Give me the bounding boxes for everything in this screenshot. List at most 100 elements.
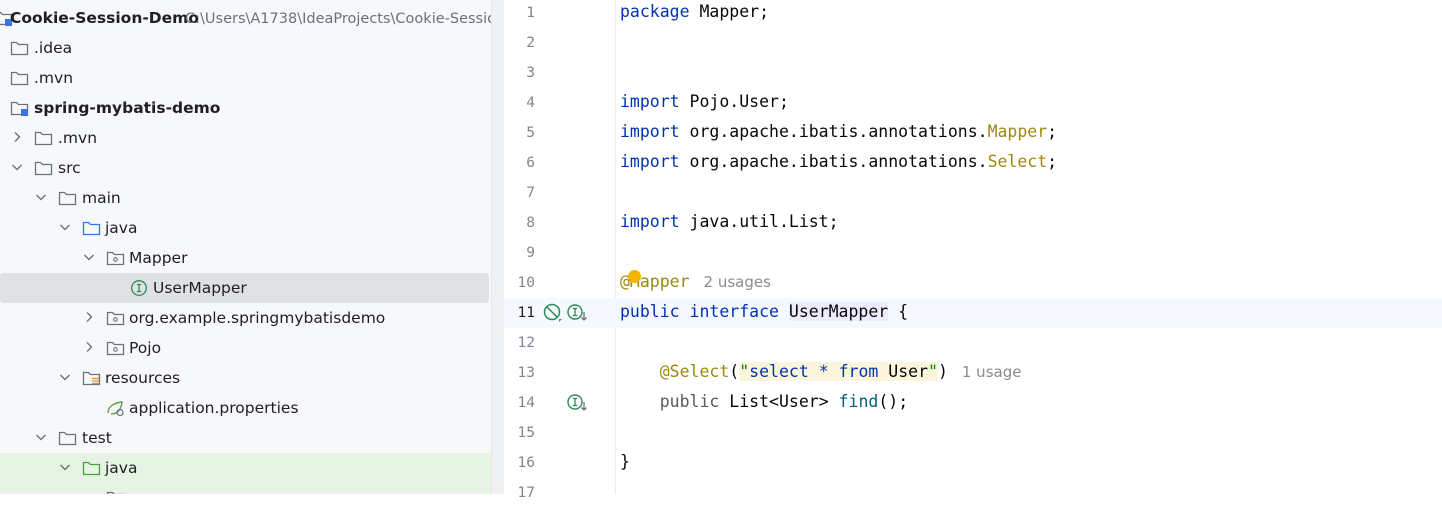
tree-item-main-java[interactable]: java: [0, 213, 491, 243]
line-number: 17: [517, 485, 535, 501]
tree-item-application-properties[interactable]: application.properties: [0, 393, 491, 423]
folder-icon: [10, 71, 29, 86]
tree-item-label: application.properties: [129, 399, 299, 417]
code-line-7[interactable]: 7: [504, 178, 1442, 208]
import-path: org.apache.ibatis.annotations.: [679, 122, 988, 141]
sql-from: from: [838, 362, 879, 381]
chevron-down-icon[interactable]: [58, 370, 72, 384]
usage-hint[interactable]: 1 usage: [962, 363, 1022, 381]
tree-item-test[interactable]: test: [0, 423, 491, 453]
code-line-5[interactable]: 5 import org.apache.ibatis.annotations.M…: [504, 118, 1442, 148]
tree-item-main[interactable]: main: [0, 183, 491, 213]
code-line-11[interactable]: 11 public interface UserMapper {: [504, 298, 1442, 328]
folder-icon: [10, 41, 29, 56]
code-line-15[interactable]: 15: [504, 418, 1442, 448]
import-path: org.apache.ibatis.annotations.: [679, 152, 988, 171]
code-line-17[interactable]: 17: [504, 478, 1442, 508]
resources-folder-icon: [82, 371, 101, 386]
method-name[interactable]: find: [839, 392, 879, 411]
annotation-class: Select: [987, 152, 1048, 171]
code-line-6[interactable]: 6 import org.apache.ibatis.annotations.S…: [504, 148, 1442, 178]
tree-item-label: org.example.springmybatisdemo: [129, 309, 386, 327]
line-number: 16: [517, 455, 535, 471]
tree-item-label: .mvn: [58, 129, 98, 147]
line-number: 13: [517, 365, 535, 381]
interface-name[interactable]: UserMapper: [788, 302, 889, 321]
intention-bulb-icon[interactable]: [628, 270, 641, 283]
code-line-13[interactable]: 13 @Select("select * from User") 1 usage: [504, 358, 1442, 388]
chevron-right-icon[interactable]: [82, 310, 96, 324]
code-line-1[interactable]: 1 package Mapper;: [504, 0, 1442, 28]
folder-icon: [34, 131, 53, 146]
select-annotation: @Select: [659, 362, 730, 381]
code-line-9[interactable]: 9: [504, 238, 1442, 268]
tree-item-mvn[interactable]: .mvn: [0, 63, 491, 93]
close-paren: ): [937, 362, 948, 381]
keyword-import: import: [620, 122, 680, 141]
code-line-4[interactable]: 4 import Pojo.User;: [504, 88, 1442, 118]
folder-icon: [34, 161, 53, 176]
close-brace: }: [620, 452, 630, 471]
tree-item-label: resources: [105, 369, 181, 387]
chevron-down-icon[interactable]: [34, 430, 48, 444]
tree-item-partial[interactable]: [0, 483, 491, 494]
spring-properties-icon: [107, 401, 124, 417]
code-text: public List<User> find();: [620, 392, 908, 412]
tree-item-pojo[interactable]: Pojo: [0, 333, 491, 363]
line-number: 2: [526, 35, 535, 51]
interface-implemented-icon[interactable]: [566, 302, 588, 324]
tree-item-mapper-package[interactable]: Mapper: [0, 243, 491, 273]
chevron-right-icon[interactable]: [82, 340, 96, 354]
chevron-down-icon[interactable]: [58, 460, 72, 474]
code-line-14[interactable]: 14 public List<User> find();: [504, 388, 1442, 418]
tree-item-usermapper[interactable]: UserMapper: [0, 273, 491, 303]
no-implementations-icon[interactable]: [542, 302, 564, 324]
chevron-down-icon[interactable]: [10, 160, 24, 174]
tree-item-idea[interactable]: .idea: [0, 33, 491, 63]
line-number: 11: [517, 305, 535, 321]
code-text: import Pojo.User;: [620, 92, 789, 112]
package-icon: [106, 311, 125, 326]
code-line-10[interactable]: 10 @Mapper 2 usages: [504, 268, 1442, 298]
folder-icon: [58, 431, 77, 446]
line-number: 8: [526, 215, 535, 231]
tree-item-test-java[interactable]: java: [0, 453, 491, 483]
line-number: 6: [526, 155, 535, 171]
code-text: import java.util.List;: [620, 212, 839, 232]
tree-item-label: java: [105, 219, 138, 237]
tree-item-label: Pojo: [129, 339, 162, 357]
chevron-right-icon[interactable]: [10, 130, 24, 144]
tree-item-resources[interactable]: resources: [0, 363, 491, 393]
panel-splitter[interactable]: [491, 0, 504, 494]
package-icon: [106, 341, 125, 356]
tree-item-spring-mybatis-demo[interactable]: spring-mybatis-demo: [0, 93, 491, 123]
code-line-16[interactable]: 16 }: [504, 448, 1442, 478]
line-number: 10: [517, 275, 535, 291]
line-number: 4: [526, 95, 535, 111]
code-editor[interactable]: 1 package Mapper; 2 3 4 import Pojo.User…: [504, 0, 1442, 501]
code-line-12[interactable]: 12: [504, 328, 1442, 358]
return-type: List<User>: [719, 392, 839, 411]
tree-item-label: src: [58, 159, 81, 177]
quote: ": [739, 362, 750, 381]
chevron-down-icon[interactable]: [34, 190, 48, 204]
line-number: 1: [526, 5, 535, 21]
module-folder-icon: [10, 101, 29, 116]
tree-item-root[interactable]: Cookie-Session-Demo C:\Users\A1738\IdeaP…: [0, 3, 491, 33]
tree-item-src[interactable]: src: [0, 153, 491, 183]
line-number: 5: [526, 125, 535, 141]
code-line-3[interactable]: 3: [504, 58, 1442, 88]
code-line-8[interactable]: 8 import java.util.List;: [504, 208, 1442, 238]
method-implemented-icon[interactable]: [566, 392, 588, 414]
tree-item-mvn-child[interactable]: .mvn: [0, 123, 491, 153]
project-tree: Cookie-Session-Demo C:\Users\A1738\IdeaP…: [0, 0, 491, 494]
open-brace: {: [888, 302, 909, 321]
code-line-2[interactable]: 2: [504, 28, 1442, 58]
sql-select: select *: [749, 362, 839, 381]
tree-item-label: UserMapper: [153, 279, 247, 297]
usages-hint[interactable]: 2 usages: [704, 273, 771, 291]
tree-item-label: test: [82, 429, 112, 447]
chevron-down-icon[interactable]: [82, 250, 96, 264]
chevron-down-icon[interactable]: [58, 220, 72, 234]
tree-item-org-example[interactable]: org.example.springmybatisdemo: [0, 303, 491, 333]
